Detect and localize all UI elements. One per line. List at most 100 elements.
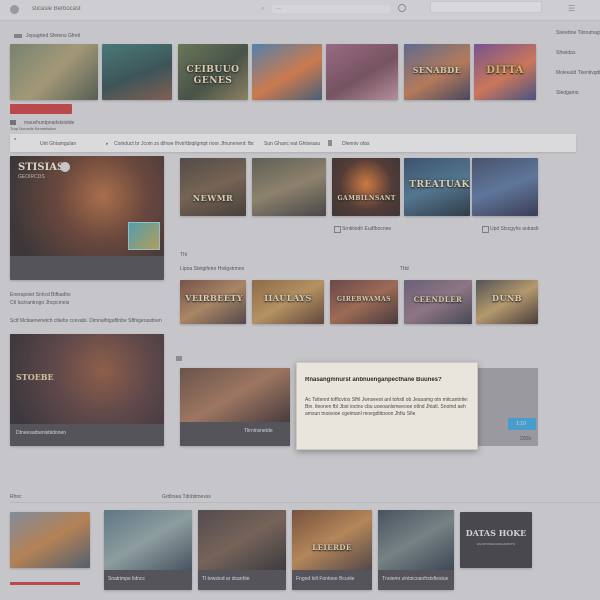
row3-thumb-5[interactable]: DUNB bbox=[476, 280, 538, 324]
featured-inset-thumb[interactable] bbox=[128, 222, 160, 250]
banner-item-1[interactable]: Urit Ghiamgulan bbox=[40, 141, 76, 147]
row2-checkbox-icon-2[interactable] bbox=[482, 226, 489, 233]
top-thumb-7[interactable]: DITTA bbox=[474, 44, 536, 100]
top-thumb-2[interactable] bbox=[102, 44, 172, 100]
featured-caption-1: Enerapoiet Snhcd Bifbadhs bbox=[10, 292, 71, 298]
row2-thumb-5[interactable] bbox=[472, 158, 538, 216]
wide-card[interactable]: Tlirnlnsnetde bbox=[180, 368, 290, 446]
bottom-thumb-2-art bbox=[104, 510, 192, 570]
search-input[interactable]: — bbox=[272, 5, 390, 13]
top-thumb-6[interactable]: SENABDE bbox=[404, 44, 470, 100]
row2-thumb-3-art bbox=[332, 158, 400, 216]
bottom-thumb-3-art bbox=[198, 510, 286, 570]
back-icon[interactable]: ‹ bbox=[262, 6, 264, 12]
right-column: Sterettoe Tiiorumagt Sfneidas Moleeuld T… bbox=[556, 30, 600, 96]
bookmark-icon bbox=[14, 34, 22, 38]
row2-thumb-5-art bbox=[472, 158, 538, 216]
right-column-item-1[interactable]: Sterettoe Tiiorumagt bbox=[556, 30, 600, 36]
action-marker-icon bbox=[10, 120, 16, 125]
bottom-row-divider bbox=[10, 502, 600, 503]
bottom-thumb-5-caption: Tnoiemr zintoicoanfrstsfiestue bbox=[382, 576, 449, 582]
row2-thumb-2-art bbox=[252, 158, 326, 216]
bottom-thumb-1[interactable] bbox=[10, 512, 90, 568]
row2-thumb-3[interactable]: GAMBILNSANT bbox=[332, 158, 400, 216]
banner-item-3[interactable]: Sun Ghanc eat Ghtseasutarnvo inegsmirme … bbox=[264, 141, 320, 147]
featured-card[interactable]: STISIAS GEOIRCDS bbox=[10, 156, 164, 280]
row3-right-label: Tttd bbox=[400, 266, 409, 272]
search-icon[interactable] bbox=[398, 4, 406, 12]
top-thumb-5[interactable] bbox=[326, 44, 398, 100]
bottom-thumb-2[interactable]: Snatrimpe lidncc bbox=[104, 510, 192, 590]
top-thumb-1[interactable] bbox=[10, 44, 98, 100]
dialog-title: Rnasangmnurst anbnuenganpecthane Buunes? bbox=[305, 377, 442, 383]
row2-foot-1: Srntitiodh Eudfbocnee bbox=[342, 226, 392, 232]
second-feature-caption: Dtneesarbenisbidonen bbox=[16, 430, 67, 436]
bottom-thumb-3[interactable]: Tl tewsiod ar dcanhte bbox=[198, 510, 286, 590]
app-logo-icon[interactable] bbox=[10, 5, 19, 14]
row3-thumb-4-title: CEENDLER bbox=[413, 295, 463, 305]
side-panel-button[interactable]: 1:10 bbox=[508, 418, 536, 430]
row2-thumb-3-title: GAMBILNSANT bbox=[337, 194, 396, 202]
bottom-thumb-5-art bbox=[378, 510, 454, 570]
side-panel-button-label: 1:10 bbox=[516, 421, 526, 427]
top-row-label: Jopagrted Sfetens Gfreti bbox=[26, 33, 81, 39]
row3-thumb-1[interactable]: VEIRBEETY bbox=[180, 280, 246, 324]
header-user-field[interactable] bbox=[430, 1, 542, 13]
row2-thumb-1-title: NEWMR bbox=[192, 192, 234, 203]
bottom-thumb-6-title: DATAS HOKE bbox=[465, 528, 527, 538]
top-thumb-4-art bbox=[252, 44, 322, 100]
row3-thumb-2-title: IIAULAYS bbox=[264, 293, 312, 304]
row3-label: Thi bbox=[180, 252, 187, 258]
top-thumb-3-title: CEIBUUO GENES bbox=[186, 65, 240, 87]
app-title: sticasie Berbocast bbox=[32, 6, 81, 12]
row3-thumb-2[interactable]: IIAULAYS bbox=[252, 280, 324, 324]
top-thumb-1-art bbox=[10, 44, 98, 100]
banner-doc-icon bbox=[328, 140, 332, 146]
second-feature-title: STOEBE bbox=[16, 372, 54, 382]
header-bar: sticasie Berbocast ‹ — ☰ bbox=[0, 0, 600, 21]
row2-thumb-1-art bbox=[180, 158, 246, 216]
banner-item-2[interactable]: Coniduct br Jcoin zs dihwe Ifrvtr/tbiqil… bbox=[114, 141, 254, 147]
bottom-row-label: Rhnc bbox=[10, 494, 22, 500]
bottom-row-label-2: Grdlrsea Tdnbitmevss bbox=[162, 494, 211, 500]
top-thumb-7-title: DITTA bbox=[486, 65, 524, 77]
search-placeholder: — bbox=[276, 6, 281, 12]
bottom-thumb-6-caption: FAUNTOSEACEMLAMOITO bbox=[476, 542, 516, 546]
row2-thumb-1[interactable]: NEWMR bbox=[180, 158, 246, 216]
primary-action-button[interactable] bbox=[10, 104, 72, 114]
right-column-item-2[interactable]: Sfneidas bbox=[556, 50, 600, 56]
bottom-thumb-4-art bbox=[292, 510, 372, 570]
featured-caption-3: Sctf Mctiaenenetch ctiiebs ccevabi. Dimn… bbox=[10, 318, 162, 324]
row2-thumb-4-title: TREATUAK bbox=[409, 180, 470, 191]
bottom-thumb-4-caption: Fngnd lolt Fontoee Bcuriie bbox=[296, 576, 355, 582]
bottom-thumb-4[interactable]: LEIERDE Fngnd lolt Fontoee Bcuriie bbox=[292, 510, 372, 590]
side-panel-footnote: 200b bbox=[520, 436, 532, 442]
bottom-thumb-1-progress bbox=[10, 582, 80, 585]
action-row-1: Trop Boroelis Kenoeisdon bbox=[10, 126, 56, 131]
row3-thumb-3[interactable]: GIREBWAMAS bbox=[330, 280, 398, 324]
featured-badge-icon bbox=[60, 162, 70, 172]
row2-thumb-4[interactable]: TREATUAK bbox=[404, 158, 470, 216]
row3-thumb-4[interactable]: CEENDLER bbox=[404, 280, 472, 324]
row3-thumb-5-title: DUNB bbox=[492, 293, 522, 304]
row2-checkbox-icon[interactable] bbox=[334, 226, 341, 233]
menu-icon[interactable]: ☰ bbox=[568, 4, 575, 13]
row2-thumb-2[interactable] bbox=[252, 158, 326, 216]
banner-item-4[interactable]: Dlenniv ofas bbox=[342, 141, 370, 147]
bottom-thumb-5[interactable]: Tnoiemr zintoicoanfrstsfiestue bbox=[378, 510, 454, 590]
side-panel: 1:10 200b bbox=[476, 368, 538, 446]
bottom-thumb-3-caption: Tl tewsiod ar dcanhte bbox=[202, 576, 250, 582]
banner-play-icon: ▸ bbox=[106, 141, 109, 147]
bottom-thumb-6[interactable]: DATAS HOKE FAUNTOSEACEMLAMOITO bbox=[460, 512, 532, 568]
row2-foot-2: Upd Stscgyhs aobasb bbox=[490, 226, 539, 232]
featured-caption-2: Ctl Iuctrantrogo Jhcpcmeis bbox=[10, 300, 70, 306]
right-column-item-4[interactable]: Sledgamo bbox=[556, 90, 600, 96]
top-thumb-3[interactable]: CEIBUUO GENES bbox=[178, 44, 248, 100]
row3-thumb-3-title: GIREBWAMAS bbox=[336, 296, 392, 304]
top-thumb-4[interactable] bbox=[252, 44, 322, 100]
featured-subtitle: GEOIRCDS bbox=[18, 174, 45, 180]
bottom-thumb-2-caption: Snatrimpe lidncc bbox=[108, 576, 145, 582]
dialog-body: Ac Tsitennt tofficvtos Sfhl Jwnseeot anl… bbox=[305, 397, 469, 417]
right-column-item-3[interactable]: Moleeuld Tkentivgdiers bbox=[556, 70, 600, 76]
second-feature-card[interactable]: STOEBE Dtneesarbenisbidonen bbox=[10, 334, 164, 446]
